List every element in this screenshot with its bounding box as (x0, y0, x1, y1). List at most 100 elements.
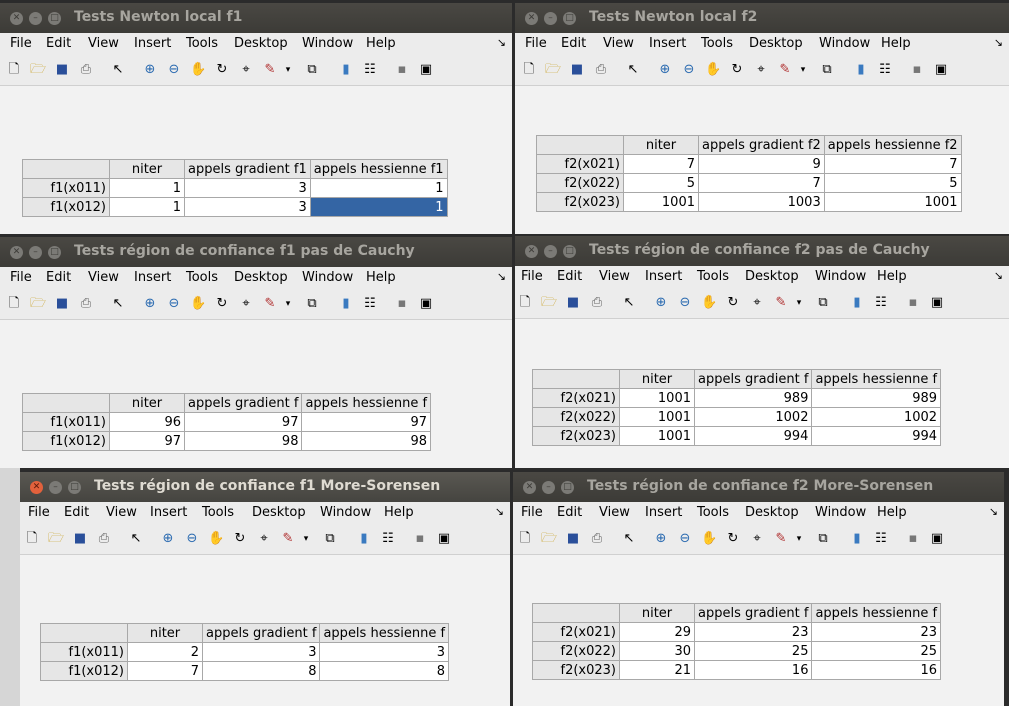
rotate-icon[interactable]: ↻ (232, 531, 248, 547)
menu-insert[interactable]: Insert (134, 36, 171, 51)
print-icon[interactable]: ⎙ (78, 296, 94, 312)
table-cell[interactable]: 994 (693, 426, 813, 446)
minimize-button[interactable]: – (544, 12, 557, 25)
rotate-icon[interactable]: ↻ (729, 62, 745, 78)
table-cell[interactable]: 29 (619, 622, 695, 642)
table-cell[interactable]: 9 (698, 154, 825, 174)
title-bar[interactable]: ✕ – □ Tests Newton local f2 (515, 3, 1009, 33)
title-bar[interactable]: ✕ – □ Tests Newton local f1 (0, 3, 512, 33)
hide-tools-icon[interactable]: ▪ (412, 531, 428, 547)
new-figure-icon[interactable]: 🗋 (6, 296, 22, 312)
pointer-icon[interactable]: ↖ (625, 62, 641, 78)
table-cell[interactable]: 989 (693, 388, 813, 408)
pan-icon[interactable]: ✋ (208, 531, 224, 547)
table-cell[interactable]: 16 (693, 660, 813, 680)
new-figure-icon[interactable]: 🗋 (517, 295, 533, 311)
results-table[interactable]: niter appels gradient f appels hessienne… (40, 623, 450, 681)
window-newton-f1[interactable]: ✕ – □ Tests Newton local f1 File Edit Vi… (0, 3, 512, 234)
menu-desktop[interactable]: Desktop (749, 36, 803, 51)
dropdown-icon[interactable]: ▾ (280, 62, 296, 78)
table-cell[interactable]: 8 (201, 661, 321, 681)
table-cell[interactable]: 1 (109, 178, 185, 198)
minimize-button[interactable]: – (29, 12, 42, 25)
brush-icon[interactable]: ✎ (777, 62, 793, 78)
show-tools-icon[interactable]: ▣ (418, 62, 434, 78)
menu-help[interactable]: Help (877, 269, 907, 284)
menu-window[interactable]: Window (320, 505, 371, 520)
colorbar-icon[interactable]: ▮ (849, 531, 865, 547)
table-cell[interactable]: 97 (183, 412, 303, 432)
menu-view[interactable]: View (603, 36, 634, 51)
data-cursor-icon[interactable]: ⌖ (238, 296, 254, 312)
pointer-icon[interactable]: ↖ (110, 62, 126, 78)
hide-tools-icon[interactable]: ▪ (394, 296, 410, 312)
data-cursor-icon[interactable]: ⌖ (749, 295, 765, 311)
menu-edit[interactable]: Edit (46, 36, 71, 51)
window-rc-f1-more-sorensen[interactable]: ✕ – □ Tests région de confiance f1 More-… (20, 472, 510, 706)
table-cell[interactable]: 994 (811, 426, 942, 446)
open-icon[interactable]: 🗁 (30, 62, 46, 78)
menu-view[interactable]: View (88, 270, 119, 285)
menu-file[interactable]: File (10, 270, 32, 285)
hide-tools-icon[interactable]: ▪ (905, 295, 921, 311)
show-tools-icon[interactable]: ▣ (929, 295, 945, 311)
results-table[interactable]: niter appels gradient f1 appels hessienn… (22, 159, 448, 217)
brush-icon[interactable]: ✎ (262, 62, 278, 78)
title-bar[interactable]: ✕ – □ Tests région de confiance f1 pas d… (0, 237, 512, 267)
table-cell[interactable]: 1002 (811, 407, 942, 427)
open-icon[interactable]: 🗁 (30, 296, 46, 312)
zoom-out-icon[interactable]: ⊖ (184, 531, 200, 547)
pointer-icon[interactable]: ↖ (621, 531, 637, 547)
maximize-button[interactable]: □ (48, 246, 61, 259)
table-cell[interactable]: 1001 (619, 388, 695, 408)
table-cell[interactable]: 98 (301, 431, 432, 451)
maximize-button[interactable]: □ (48, 12, 61, 25)
window-newton-f2[interactable]: ✕ – □ Tests Newton local f2 File Edit Vi… (515, 3, 1009, 234)
save-icon[interactable]: ■ (72, 531, 88, 547)
dropdown-icon[interactable]: ▾ (298, 531, 314, 547)
open-icon[interactable]: 🗁 (48, 531, 64, 547)
table-cell[interactable]: 5 (623, 173, 699, 193)
link-icon[interactable]: ⧉ (815, 531, 831, 547)
dropdown-icon[interactable]: ▾ (280, 296, 296, 312)
zoom-in-icon[interactable]: ⊕ (142, 62, 158, 78)
pan-icon[interactable]: ✋ (190, 62, 206, 78)
table-cell[interactable]: 3 (184, 197, 311, 217)
menu-file[interactable]: File (521, 269, 543, 284)
save-icon[interactable]: ■ (569, 62, 585, 78)
brush-icon[interactable]: ✎ (262, 296, 278, 312)
results-table[interactable]: niter appels gradient f appels hessienne… (22, 393, 432, 451)
menu-help[interactable]: Help (877, 505, 907, 520)
minimize-button[interactable]: – (29, 246, 42, 259)
print-icon[interactable]: ⎙ (593, 62, 609, 78)
open-icon[interactable]: 🗁 (541, 531, 557, 547)
results-table[interactable]: niter appels gradient f2 appels hessienn… (536, 135, 962, 212)
new-figure-icon[interactable]: 🗋 (24, 531, 40, 547)
menu-help[interactable]: Help (881, 36, 911, 51)
menu-insert[interactable]: Insert (645, 269, 682, 284)
show-tools-icon[interactable]: ▣ (418, 296, 434, 312)
table-cell[interactable]: 7 (127, 661, 203, 681)
open-icon[interactable]: 🗁 (545, 62, 561, 78)
menu-insert[interactable]: Insert (649, 36, 686, 51)
table-cell[interactable]: 97 (301, 412, 432, 432)
menu-insert[interactable]: Insert (645, 505, 682, 520)
table-cell[interactable]: 98 (183, 431, 303, 451)
table-cell[interactable]: 1001 (823, 192, 962, 212)
window-rc-f1-cauchy[interactable]: ✕ – □ Tests région de confiance f1 pas d… (0, 237, 512, 468)
show-tools-icon[interactable]: ▣ (933, 62, 949, 78)
table-cell[interactable]: 23 (693, 622, 813, 642)
data-cursor-icon[interactable]: ⌖ (753, 62, 769, 78)
data-cursor-icon[interactable]: ⌖ (238, 62, 254, 78)
menu-overflow-icon[interactable]: ↘ (495, 505, 504, 518)
brush-icon[interactable]: ✎ (280, 531, 296, 547)
menu-tools[interactable]: Tools (202, 505, 234, 520)
table-cell[interactable]: 1002 (693, 407, 813, 427)
title-bar[interactable]: ✕ – □ Tests région de confiance f1 More-… (20, 472, 510, 502)
table-cell[interactable]: 7 (623, 154, 699, 174)
table-cell[interactable]: 1 (309, 178, 448, 198)
menu-desktop[interactable]: Desktop (745, 505, 799, 520)
link-icon[interactable]: ⧉ (819, 62, 835, 78)
menu-help[interactable]: Help (366, 270, 396, 285)
table-cell[interactable]: 5 (823, 173, 962, 193)
